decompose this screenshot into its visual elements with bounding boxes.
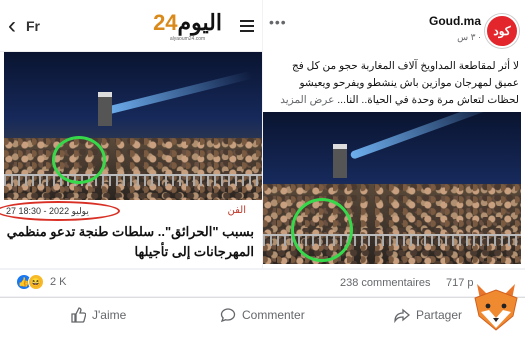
chevron-left-icon[interactable]: ‹ bbox=[8, 13, 16, 38]
comments-count[interactable]: 238 commentaires bbox=[340, 277, 431, 289]
like-button[interactable]: J'aime bbox=[70, 307, 126, 323]
share-button[interactable]: Partager bbox=[394, 307, 462, 323]
share-label: Partager bbox=[416, 308, 463, 322]
post-header: كود Goud.ma ٣ س · ••• bbox=[263, 10, 525, 50]
thumbs-up-icon bbox=[71, 307, 86, 323]
reactions-summary[interactable]: 👍 😆 2 K bbox=[16, 274, 67, 290]
post-stats: 👍 😆 2 K 238 commentaires 717 p bbox=[0, 270, 525, 296]
post-photo[interactable] bbox=[263, 112, 521, 264]
page-avatar[interactable]: كود bbox=[485, 14, 519, 48]
post-text: لا أثر لمقاطعة المداويخ آلاف المغاربة حج… bbox=[269, 58, 519, 109]
share-icon bbox=[394, 308, 410, 323]
reaction-count: 2 K bbox=[50, 276, 67, 288]
concert-photo bbox=[4, 52, 262, 200]
comment-button[interactable]: Commenter bbox=[220, 307, 305, 323]
fox-logo bbox=[474, 284, 518, 331]
comment-icon bbox=[220, 308, 236, 323]
more-dots-icon[interactable]: ••• bbox=[269, 14, 287, 30]
article-screenshot: ‹ Fr اليوم24 alyaoum24.com 27 يوليو 2022… bbox=[0, 0, 262, 268]
hamburger-icon[interactable] bbox=[240, 19, 254, 32]
facebook-post-screenshot: كود Goud.ma ٣ س · ••• لا أثر لمقاطعة الم… bbox=[263, 0, 525, 268]
green-annotation-circle bbox=[291, 198, 353, 262]
article-topbar: ‹ Fr اليوم24 alyaoum24.com bbox=[0, 0, 262, 52]
shares-count[interactable]: 717 p bbox=[446, 277, 474, 289]
post-actions: J'aime Commenter Partager bbox=[0, 297, 525, 338]
page-name[interactable]: Goud.ma bbox=[429, 14, 481, 28]
article-meta: 27 يوليو 2022 - 18:30 الفن bbox=[0, 201, 262, 221]
haha-reaction-icon: 😆 bbox=[28, 274, 44, 290]
post-time[interactable]: ٣ س · bbox=[457, 32, 481, 43]
site-logo[interactable]: اليوم24 alyaoum24.com bbox=[153, 9, 223, 42]
like-label: J'aime bbox=[92, 308, 127, 322]
logo-number: 24 bbox=[153, 9, 179, 35]
comparison-screenshot: ‹ Fr اليوم24 alyaoum24.com 27 يوليو 2022… bbox=[0, 0, 525, 338]
article-category[interactable]: الفن bbox=[228, 205, 247, 216]
language-switch[interactable]: Fr bbox=[26, 18, 40, 34]
comment-label: Commenter bbox=[242, 308, 305, 322]
article-date: 27 يوليو 2022 - 18:30 bbox=[6, 206, 89, 216]
article-headline[interactable]: بسبب "الحرائق".. سلطات طنجة تدعو منظمي ا… bbox=[4, 222, 254, 262]
logo-text: اليوم bbox=[177, 9, 223, 35]
green-annotation-circle bbox=[52, 136, 106, 184]
see-more-link[interactable]: عرض المزيد bbox=[280, 94, 334, 106]
logo-tagline: alyaoum24.com bbox=[169, 35, 206, 42]
